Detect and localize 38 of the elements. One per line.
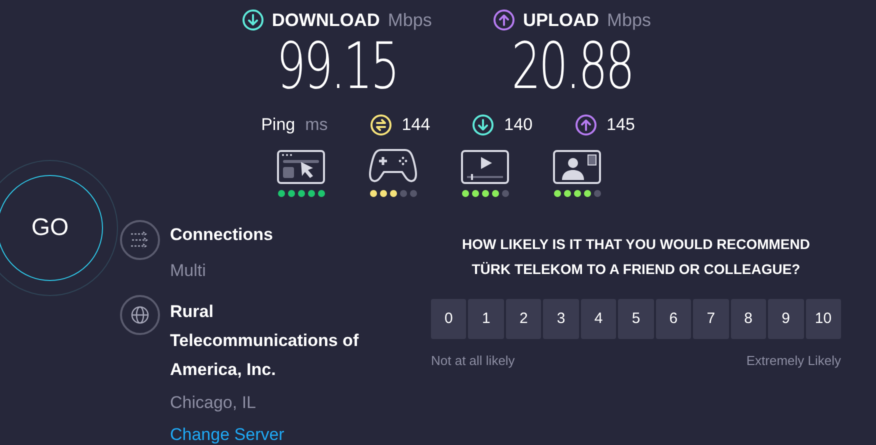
rating-option[interactable]: 4 bbox=[580, 299, 616, 339]
ping-value: 140 bbox=[504, 114, 533, 136]
arrows-icon bbox=[120, 220, 160, 260]
change-server-link[interactable]: Change Server bbox=[170, 422, 385, 445]
unit-label: Mbps bbox=[606, 8, 651, 32]
ping-label: Ping bbox=[261, 114, 296, 136]
rating-option[interactable]: 5 bbox=[618, 299, 654, 339]
result-label: DOWNLOAD bbox=[272, 8, 380, 32]
rating-option[interactable]: 3 bbox=[543, 299, 579, 339]
person-screen-icon bbox=[553, 150, 601, 184]
connections-title: Connections bbox=[170, 224, 273, 246]
speed-value: 20.88 bbox=[511, 32, 633, 102]
rating-option[interactable]: 0 bbox=[431, 299, 466, 339]
ping-value: 145 bbox=[606, 114, 635, 136]
connections-value: Multi bbox=[170, 260, 207, 282]
survey-question: HOW LIKELY IS IT THAT YOU WOULD RECOMMEND TÜRK TELEKOM TO A FRIEND OR COLLEAGUE? bbox=[461, 235, 811, 279]
result-label: UPLOAD bbox=[522, 8, 599, 32]
go-button[interactable]: GO bbox=[0, 175, 103, 281]
rating-option[interactable]: 10 bbox=[806, 299, 841, 339]
browser-window-icon bbox=[277, 150, 325, 184]
server-location: Chicago, IL bbox=[170, 392, 257, 414]
rating-option[interactable]: 6 bbox=[656, 299, 692, 339]
ping-value: 144 bbox=[402, 114, 430, 136]
rating-option[interactable]: 8 bbox=[730, 299, 766, 339]
server-name: Rural Telecommunications of America, Inc. bbox=[170, 301, 360, 381]
exchange-icon bbox=[370, 114, 392, 136]
gamepad-icon bbox=[367, 148, 419, 184]
unit-label: ms bbox=[305, 114, 328, 136]
high-label: Extremely Likely bbox=[746, 352, 841, 370]
rating-option[interactable]: 7 bbox=[693, 299, 729, 339]
unit-label: Mbps bbox=[388, 8, 432, 32]
rating-option[interactable]: 2 bbox=[506, 299, 542, 339]
globe-icon bbox=[120, 295, 160, 335]
low-label: Not at all likely bbox=[431, 352, 515, 370]
speed-value: 99.15 bbox=[276, 32, 398, 102]
rating-option[interactable]: 9 bbox=[768, 299, 804, 339]
video-player-icon bbox=[461, 150, 509, 184]
rating-option[interactable]: 1 bbox=[468, 299, 504, 339]
